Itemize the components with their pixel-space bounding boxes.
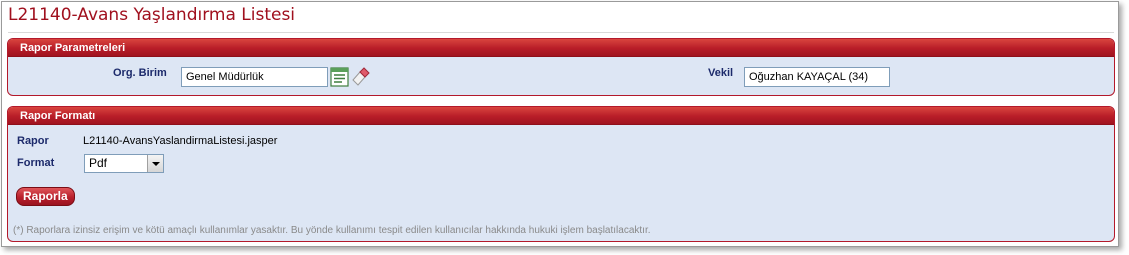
report-label: Rapor: [17, 135, 49, 147]
title-divider: [8, 32, 1114, 33]
report-window: L21140-Avans Yaşlandırma Listesi Rapor P…: [1, 1, 1119, 247]
org-unit-label: Org. Birim: [113, 67, 167, 79]
format-panel-header: Rapor Formatı: [8, 107, 1114, 125]
org-unit-field[interactable]: Genel Müdürlük: [181, 67, 328, 87]
vekil-label: Vekil: [708, 67, 734, 79]
eraser-icon[interactable]: [351, 67, 371, 87]
format-select-value: Pdf: [89, 156, 108, 170]
params-panel: Rapor Parametreleri Org. Birim Genel Müd…: [7, 38, 1115, 96]
vekil-field[interactable]: Oğuzhan KAYAÇAL (34): [744, 67, 890, 87]
legal-notice: (*) Raporlara izinsiz erişim ve kötü ama…: [13, 225, 651, 236]
format-label: Format: [17, 157, 55, 169]
params-panel-header: Rapor Parametreleri: [8, 39, 1114, 57]
page-title: L21140-Avans Yaşlandırma Listesi: [8, 5, 296, 25]
format-panel: Rapor Formatı Rapor L21140-AvansYaslandi…: [7, 106, 1115, 242]
report-file-name: L21140-AvansYaslandirmaListesi.jasper: [83, 135, 278, 147]
format-select[interactable]: Pdf: [84, 154, 164, 173]
chevron-down-icon[interactable]: [147, 155, 163, 172]
list-lookup-icon[interactable]: [330, 67, 350, 87]
report-button[interactable]: Raporla: [16, 187, 75, 206]
